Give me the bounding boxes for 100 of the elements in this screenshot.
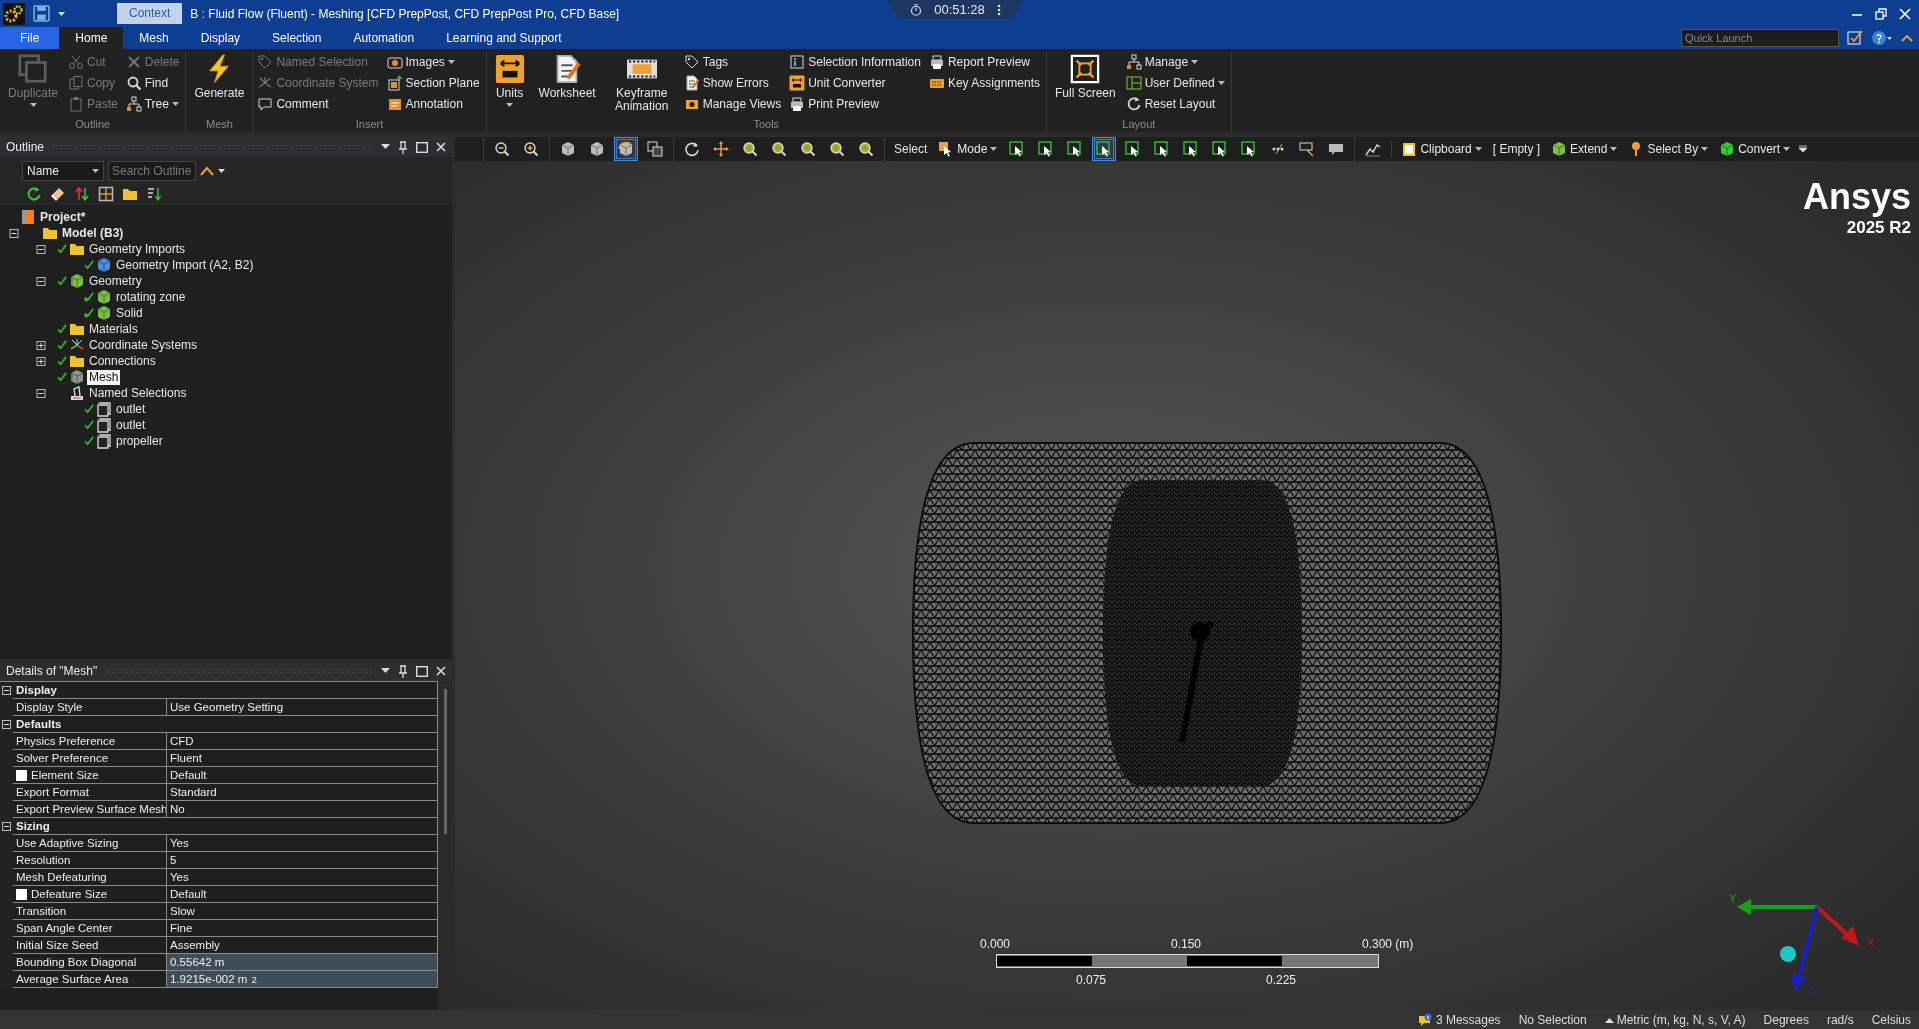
collapse-icon[interactable] [35, 388, 47, 398]
ribbon-button[interactable]: Report Preview [928, 52, 1042, 72]
sort-arrows-icon[interactable] [74, 186, 90, 202]
grid-icon[interactable] [98, 186, 114, 202]
ribbon-button[interactable]: Images [386, 52, 482, 72]
angle-unit[interactable]: Degrees [1763, 1012, 1809, 1027]
toolbar-label[interactable]: [ Empty ] [1489, 142, 1544, 156]
collapse-icon[interactable] [35, 276, 47, 286]
tree-item[interactable]: outlet [114, 401, 148, 417]
ribbon-button[interactable]: Section Plane [386, 73, 482, 93]
property-value[interactable]: Yes [167, 869, 438, 886]
tree-item[interactable]: Geometry [87, 273, 144, 289]
property-value[interactable]: Yes [167, 835, 438, 852]
pin-icon[interactable] [398, 140, 408, 154]
axes-triad-drawing[interactable] [1737, 899, 1859, 992]
chevron-up-icon[interactable] [1901, 34, 1913, 42]
ribbon-button[interactable]: Tags [683, 52, 784, 72]
tree-item[interactable]: Project* [38, 209, 88, 225]
ribbon-button[interactable]: Find [125, 73, 182, 93]
property-value[interactable]: Slow [167, 903, 438, 920]
rotation-unit[interactable]: rad/s [1826, 1012, 1854, 1027]
tree-item[interactable]: Solid [114, 305, 145, 321]
eraser-icon[interactable] [50, 186, 66, 202]
cursor-icon[interactable] [1092, 137, 1117, 161]
close-icon[interactable] [436, 142, 446, 152]
property-value[interactable]: Use Geometry Setting [167, 699, 438, 716]
column-dropdown[interactable]: Name [22, 161, 104, 181]
pin-icon[interactable] [398, 664, 408, 678]
unit-system-button[interactable]: Metric (m, kg, N, s, V, A) [1604, 1012, 1746, 1027]
sort-icon[interactable] [146, 186, 162, 202]
ribbon-button[interactable]: Unit Converter [789, 73, 923, 93]
ribbon-button[interactable]: Units [490, 52, 529, 109]
ribbon-button[interactable]: Key Assignments [928, 73, 1042, 93]
chevron-up-icon[interactable] [200, 166, 214, 176]
property-value[interactable]: Default [167, 767, 438, 784]
expand-icon[interactable] [35, 356, 47, 366]
collapse-icon[interactable] [8, 228, 20, 238]
messages-button[interactable]: 3 Messages [1417, 1012, 1501, 1027]
ribbon-button[interactable]: Tree [125, 94, 182, 114]
property-value[interactable]: Fluent [167, 750, 438, 767]
maximize-icon[interactable] [416, 665, 428, 677]
app-logo-icon[interactable] [3, 2, 25, 25]
ribbon-button[interactable]: Keyframe Animation [605, 52, 678, 115]
restore-icon[interactable] [1875, 7, 1887, 20]
property-value[interactable]: 5 [167, 852, 438, 869]
temperature-unit[interactable]: Celsius [1871, 1012, 1911, 1027]
property-value[interactable]: Standard [167, 784, 438, 801]
help-icon[interactable] [1871, 30, 1893, 46]
ribbon-tab[interactable]: Learning and Support [430, 27, 578, 49]
tree-item[interactable]: Geometry Import (A2, B2) [114, 257, 256, 273]
property-value[interactable]: Fine [167, 920, 438, 937]
ribbon-button[interactable]: Generate [190, 52, 249, 102]
tree-item[interactable]: Materials [87, 321, 140, 337]
ribbon-tab[interactable]: Home [59, 27, 124, 49]
ribbon-button[interactable]: Show Errors [683, 73, 784, 93]
toolbar-menu[interactable]: Clipboard [1398, 141, 1485, 157]
ribbon-button[interactable]: Full Screen [1051, 52, 1120, 102]
ribbon-button[interactable]: Annotation [386, 94, 482, 114]
tree-item[interactable]: Named Selections [87, 385, 189, 401]
checkbox[interactable] [16, 769, 27, 781]
collapse-icon[interactable] [2, 822, 11, 831]
ribbon-tab[interactable]: Display [184, 27, 257, 49]
ribbon-tab[interactable]: Mesh [123, 27, 185, 49]
refresh-icon[interactable] [26, 186, 42, 202]
ribbon-button[interactable]: Worksheet [534, 52, 600, 102]
close-icon[interactable] [436, 666, 446, 676]
ribbon-button[interactable]: Reset Layout [1125, 94, 1227, 114]
collapse-icon[interactable] [35, 244, 47, 254]
ribbon-button[interactable]: Manage Views [683, 94, 784, 114]
property-value[interactable]: CFD [167, 733, 438, 750]
quick-launch-field[interactable]: Quick Launch [1681, 29, 1839, 47]
scrollbar[interactable] [438, 681, 452, 1010]
tree-item[interactable]: Connections [87, 353, 158, 369]
ribbon-tab[interactable]: Selection [256, 27, 338, 49]
ribbon-button[interactable]: Print Preview [789, 94, 923, 114]
ribbon-button[interactable]: Manage [1125, 52, 1227, 72]
toolbar-label[interactable]: Select [891, 142, 931, 156]
tree-item[interactable]: rotating zone [114, 289, 188, 305]
caret-icon[interactable] [218, 169, 225, 173]
toolbar-menu[interactable]: Convert [1716, 141, 1794, 157]
section-header[interactable]: Display [13, 682, 438, 699]
save-icon[interactable] [33, 5, 50, 22]
context-tab[interactable]: Context [117, 3, 183, 24]
tree-item[interactable]: propeller [114, 433, 165, 449]
ribbon-button[interactable]: User Defined [1125, 73, 1227, 93]
caret-icon[interactable] [381, 668, 390, 674]
collapse-icon[interactable] [2, 720, 11, 729]
collapse-icon[interactable] [2, 686, 11, 695]
expand-icon[interactable] [35, 340, 47, 350]
caret-icon[interactable] [381, 144, 390, 150]
toolbar-menu[interactable]: Extend [1548, 141, 1621, 157]
section-header[interactable]: Sizing [13, 818, 438, 835]
checklist-icon[interactable] [1847, 30, 1863, 46]
tree-item[interactable]: Geometry Imports [87, 241, 188, 257]
ribbon-button[interactable]: Selection Information [789, 52, 923, 72]
tree-item[interactable]: outlet [114, 417, 148, 433]
rotate-cube-icon[interactable] [614, 137, 638, 161]
toolbar-menu[interactable]: Select By [1625, 141, 1712, 157]
ribbon-tab[interactable]: Automation [337, 27, 431, 49]
toolbar-menu[interactable]: Mode [935, 141, 1001, 157]
